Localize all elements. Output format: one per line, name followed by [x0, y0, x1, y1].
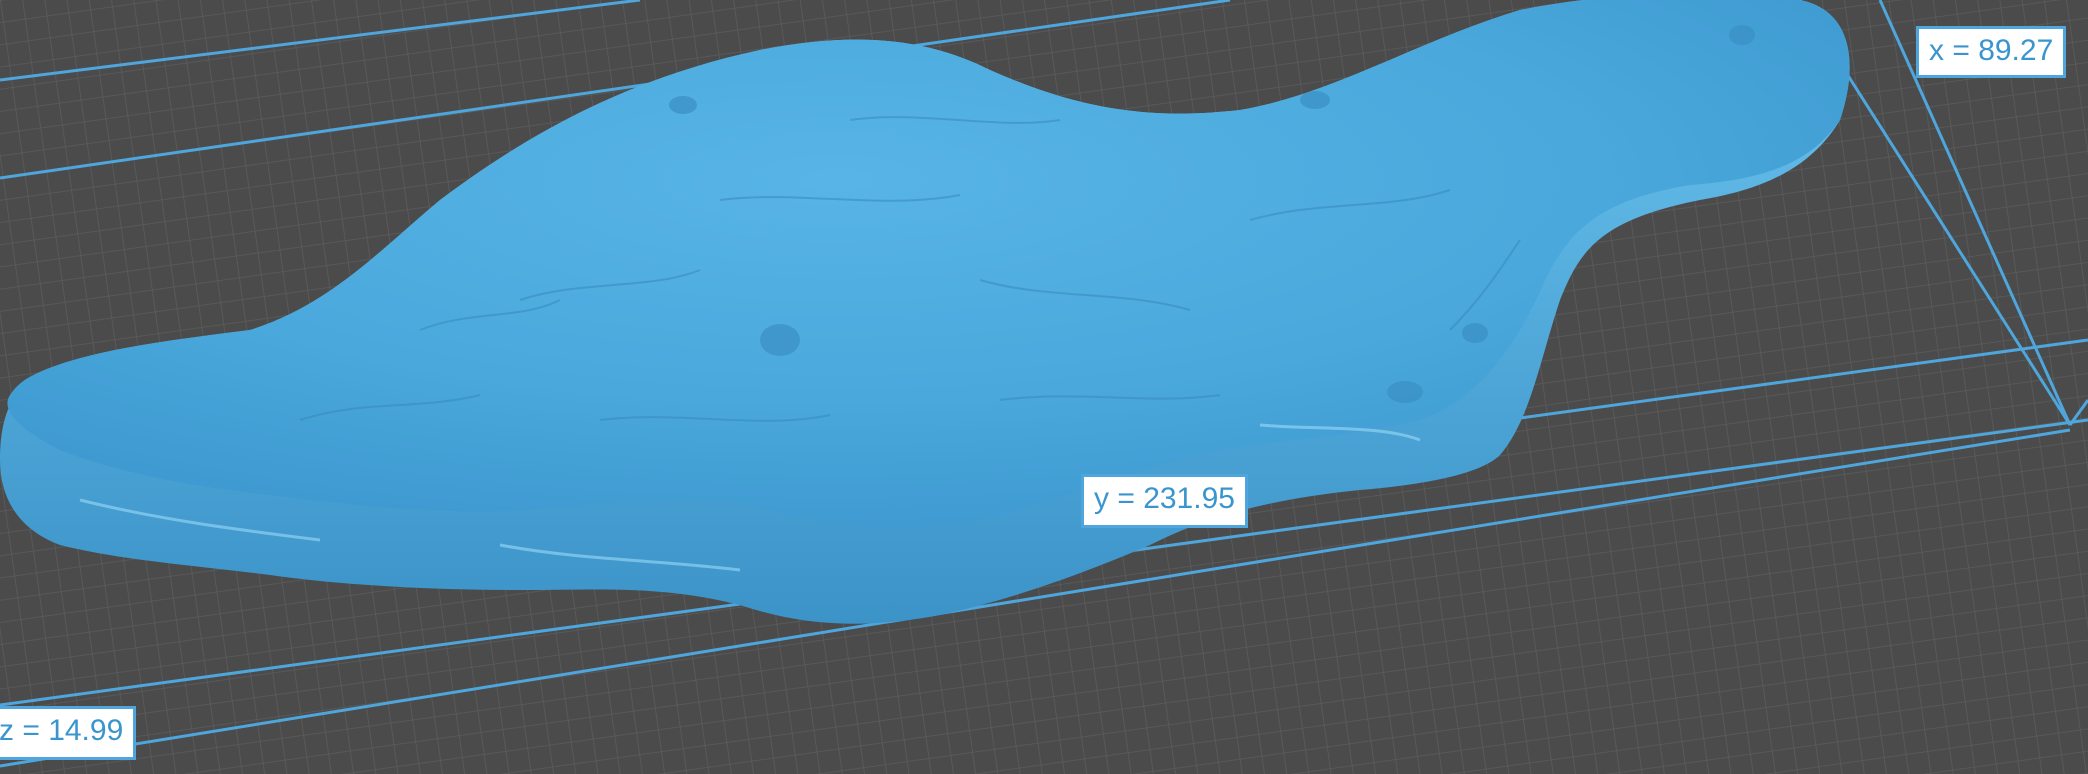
dimension-label-y: y = 231.95 [1081, 474, 1248, 528]
3d-viewport[interactable]: x = 89.27 y = 231.95 z = 14.99 [0, 0, 2088, 774]
dimension-label-x: x = 89.27 [1916, 26, 2067, 78]
dimension-label-z: z = 14.99 [0, 706, 137, 760]
viewport-canvas[interactable] [0, 0, 2088, 774]
